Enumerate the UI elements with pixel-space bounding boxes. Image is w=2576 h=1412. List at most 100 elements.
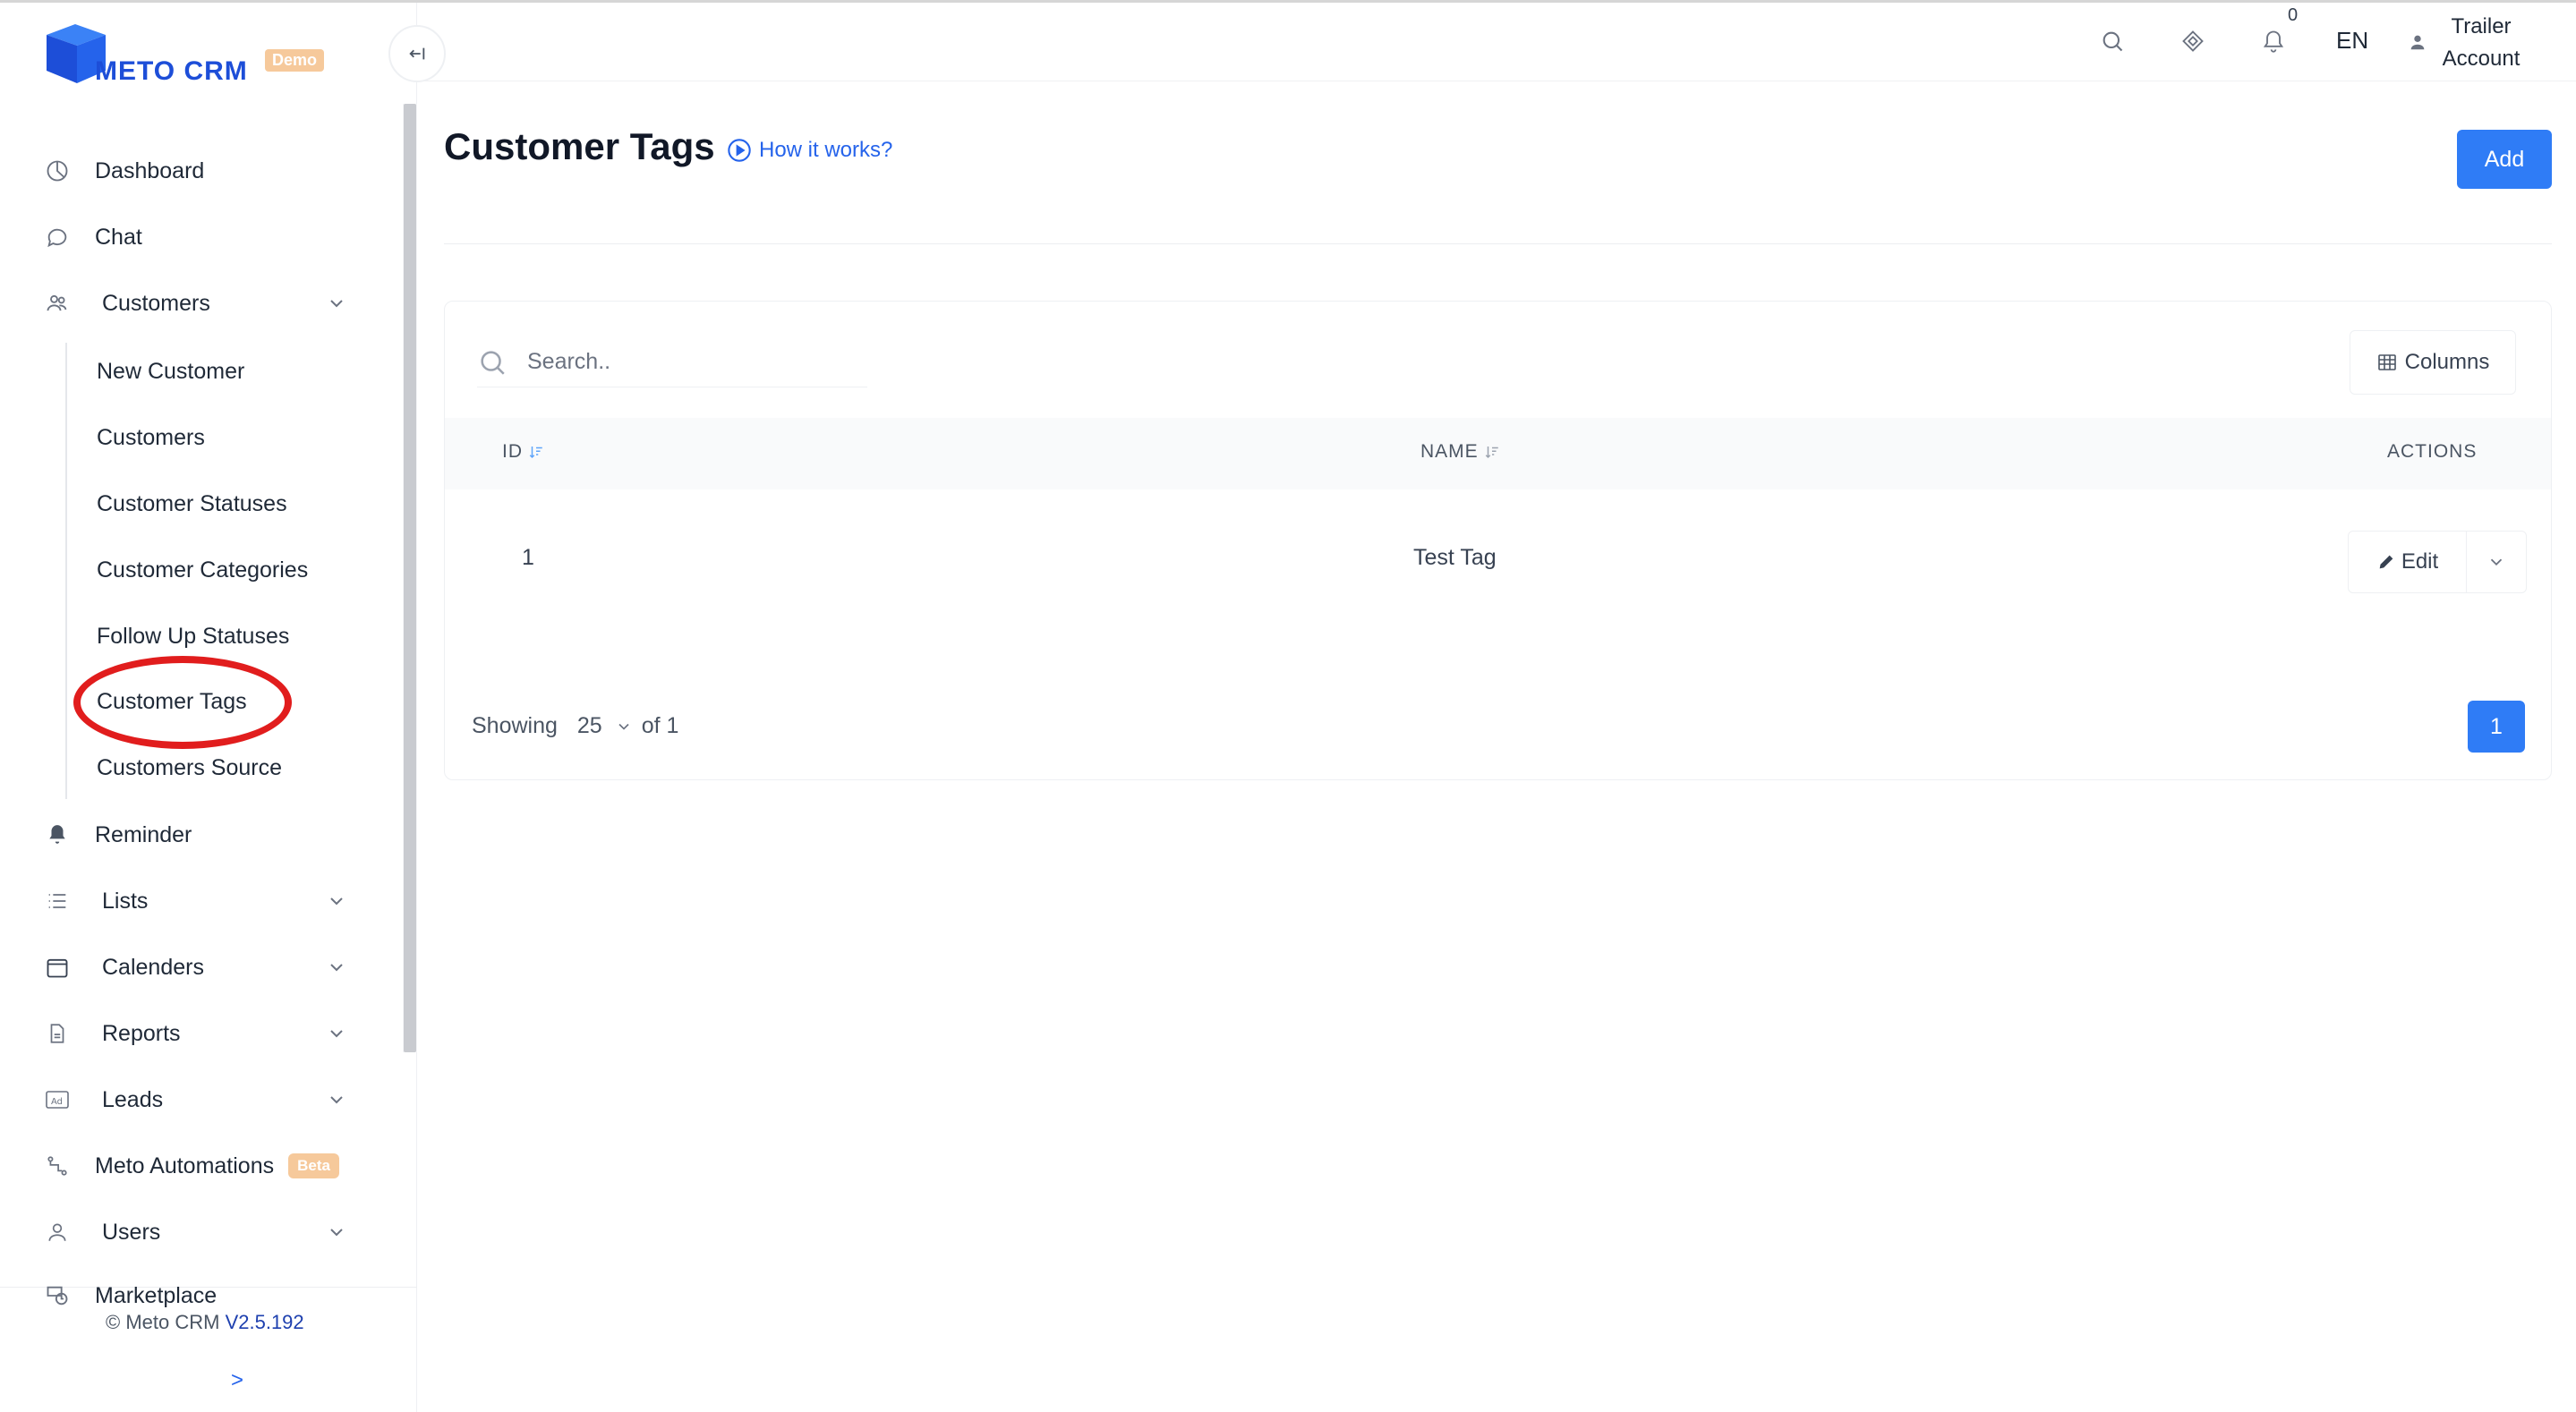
chevron-down-icon	[330, 1096, 343, 1104]
version-number: V2.5.192	[225, 1311, 304, 1333]
sidebar-item-label: Leads	[102, 1086, 164, 1112]
how-it-works-label: How it works?	[759, 138, 893, 162]
ad-icon: Ad	[43, 1085, 72, 1114]
expand-sidebar-button[interactable]: >	[231, 1368, 243, 1393]
sort-icon	[529, 447, 542, 459]
chevron-down-icon	[330, 897, 343, 906]
brand-name: METO CRM	[95, 56, 248, 86]
notification-count: 0	[2288, 5, 2299, 25]
column-header-name[interactable]: NAME	[1420, 441, 1500, 463]
page-button-current[interactable]: 1	[2468, 701, 2525, 753]
add-button[interactable]: Add	[2457, 130, 2552, 189]
sidebar-item-reminder[interactable]: Reminder	[43, 812, 347, 857]
sidebar-item-label: Users	[102, 1219, 161, 1245]
chat-bubble-icon	[43, 223, 72, 251]
sidebar-item-dashboard[interactable]: Dashboard	[43, 149, 347, 193]
chevron-down-icon	[330, 1030, 343, 1038]
language-selector[interactable]: EN	[2336, 27, 2368, 55]
sidebar-subitem-customers[interactable]: Customers	[97, 417, 205, 458]
sidebar-item-label: Reports	[102, 1020, 181, 1046]
chevron-down-icon[interactable]	[615, 718, 633, 736]
calendar-icon	[43, 953, 72, 982]
chevron-down-icon	[330, 964, 343, 972]
sidebar-item-chat[interactable]: Chat	[43, 215, 347, 259]
sidebar-item-label: Lists	[102, 888, 149, 914]
cell-name: Test Tag	[1413, 545, 1497, 570]
users-icon	[43, 289, 72, 318]
page-total: of 1	[641, 713, 679, 738]
highlight-annotation	[73, 656, 292, 749]
sidebar-item-reports[interactable]: Reports	[43, 1011, 347, 1056]
columns-button[interactable]: Columns	[2350, 330, 2516, 395]
notification-bell-icon[interactable]	[2257, 25, 2290, 57]
sidebar-item-leads[interactable]: Ad Leads	[43, 1077, 347, 1122]
sidebar-item-label: Customers	[102, 290, 210, 316]
row-actions: Edit	[2348, 531, 2527, 593]
showing-label: Showing	[472, 713, 558, 738]
pie-chart-icon	[43, 157, 72, 185]
copyright-text: © Meto CRM V2.5.192	[106, 1311, 304, 1334]
sidebar-item-calenders[interactable]: Calenders	[43, 945, 347, 990]
sidebar-item-customers[interactable]: Customers	[43, 281, 347, 326]
beta-badge: Beta	[288, 1153, 339, 1178]
title-divider	[444, 243, 2552, 244]
how-it-works-link[interactable]: How it works?	[727, 138, 892, 163]
store-icon	[43, 1281, 72, 1310]
demo-badge: Demo	[265, 49, 325, 72]
sidebar-item-label: Reminder	[95, 821, 192, 847]
chevron-up-icon	[330, 300, 343, 308]
collapse-sidebar-button[interactable]	[388, 25, 446, 82]
column-header-label: ID	[502, 441, 523, 462]
chevron-down-icon	[330, 1229, 343, 1237]
play-circle-icon	[728, 139, 751, 162]
sidebar-item-label: Chat	[95, 224, 142, 250]
sidebar-item-label: Meto Automations	[95, 1153, 275, 1178]
account-name-line2: Account	[2442, 47, 2521, 71]
tags-table-card: Columns ID NAME ACTIONS 1 Test Tag Edit …	[444, 301, 2552, 780]
search-icon	[481, 350, 505, 375]
sidebar-item-users[interactable]: Users	[43, 1210, 347, 1255]
sidebar-item-lists[interactable]: Lists	[43, 879, 347, 923]
sidebar-subitem-new-customer[interactable]: New Customer	[97, 351, 244, 392]
sidebar: METO CRM Demo Dashboard Chat Customers N…	[0, 3, 417, 1412]
search-icon[interactable]	[2096, 25, 2128, 57]
sidebar-item-label: Marketplace	[95, 1282, 218, 1308]
column-header-actions: ACTIONS	[2387, 441, 2478, 462]
account-name-line1: Trailer	[2451, 14, 2512, 38]
sidebar-subitem-customer-statuses[interactable]: Customer Statuses	[97, 483, 287, 524]
cell-id: 1	[522, 545, 534, 570]
flow-icon	[43, 1152, 72, 1180]
integrations-icon[interactable]	[2177, 25, 2209, 57]
sidebar-subitem-follow-up-statuses[interactable]: Follow Up Statuses	[97, 616, 289, 657]
edit-button[interactable]: Edit	[2349, 532, 2467, 592]
page-size-select[interactable]: 25	[577, 713, 602, 739]
list-icon	[43, 887, 72, 915]
document-icon	[43, 1019, 72, 1048]
pencil-icon	[2379, 555, 2393, 569]
table-columns-icon	[2377, 354, 2396, 370]
brand-logo[interactable]: METO CRM Demo	[43, 22, 329, 94]
sidebar-subitem-customer-categories[interactable]: Customer Categories	[97, 549, 308, 591]
bell-icon	[43, 821, 72, 849]
sidebar-item-meto-automations[interactable]: Meto Automations Beta	[43, 1144, 347, 1188]
account-menu[interactable]: Trailer Account	[2410, 11, 2528, 75]
user-icon	[43, 1218, 72, 1246]
column-header-label: NAME	[1420, 441, 1479, 462]
columns-label: Columns	[2404, 350, 2490, 374]
pagination-summary: Showing 25 of 1	[472, 713, 678, 739]
sidebar-subitem-customers-source[interactable]: Customers Source	[97, 747, 282, 788]
sidebar-scrollbar[interactable]	[404, 104, 416, 1052]
more-actions-dropdown[interactable]	[2467, 532, 2526, 592]
edit-label: Edit	[2401, 549, 2439, 574]
copyright-label: © Meto CRM	[106, 1311, 220, 1333]
table-row: 1 Test Tag Edit	[445, 489, 2551, 624]
page-title: Customer Tags	[444, 125, 715, 167]
chevron-down-icon	[2490, 558, 2503, 566]
collapse-arrow-icon	[409, 47, 425, 60]
submenu-guide-line	[65, 343, 67, 799]
svg-text:Ad: Ad	[51, 1097, 63, 1107]
search-input[interactable]	[527, 349, 849, 375]
search-bar	[477, 337, 867, 387]
column-header-id[interactable]: ID	[502, 441, 544, 463]
sort-icon	[1485, 447, 1498, 459]
